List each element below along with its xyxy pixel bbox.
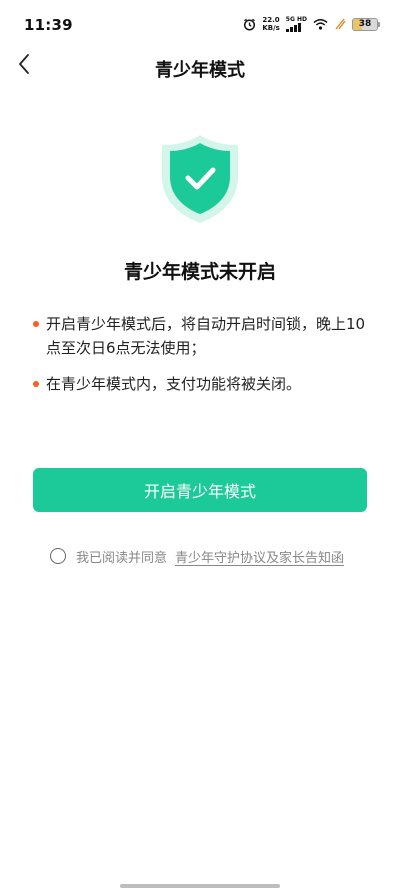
- list-item: 开启青少年模式后，将自动开启时间锁，晚上10点至次日6点无法使用；: [32, 312, 372, 360]
- header: 青少年模式: [0, 48, 400, 88]
- network-type: 5G HD: [285, 16, 307, 23]
- agreement-link[interactable]: 青少年守护协议及家长告知函: [175, 547, 344, 566]
- home-indicator[interactable]: [120, 884, 280, 888]
- bullet-text: 在青少年模式内，支付功能将被关闭。: [46, 375, 302, 393]
- agreement-row: 我已阅读并同意 青少年守护协议及家长告知函: [50, 546, 344, 566]
- wifi-icon: [313, 15, 328, 34]
- info-list: 开启青少年模式后，将自动开启时间锁，晚上10点至次日6点无法使用； 在青少年模式…: [32, 312, 372, 408]
- status-bar: 11:39 22.0 KB/s 5G HD 38: [0, 0, 400, 48]
- bullet-text: 开启青少年模式后，将自动开启时间锁，晚上10点至次日6点无法使用；: [46, 315, 366, 357]
- bullet-dot-icon: [33, 381, 39, 387]
- status-heading: 青少年模式未开启: [123, 261, 276, 283]
- status-time: 11:39: [24, 16, 73, 34]
- bullet-dot-icon: [33, 321, 39, 327]
- network-speed-unit: KB/s: [262, 24, 280, 32]
- enable-teen-mode-button[interactable]: 开启青少年模式: [33, 468, 367, 512]
- battery-icon: 38: [352, 17, 380, 31]
- signal-icon: 5G HD: [285, 16, 307, 32]
- shield-check-icon: [158, 133, 242, 225]
- status-icons: 22.0 KB/s 5G HD 38: [243, 14, 380, 34]
- alarm-icon: [243, 18, 256, 31]
- charging-icon: [334, 15, 346, 34]
- battery-level: 38: [352, 17, 378, 31]
- network-speed: 22.0 KB/s: [262, 16, 279, 32]
- list-item: 在青少年模式内，支付功能将被关闭。: [32, 372, 372, 396]
- agreement-prefix: 我已阅读并同意: [76, 550, 168, 566]
- page-title: 青少年模式: [155, 60, 245, 81]
- agree-checkbox[interactable]: [50, 548, 66, 564]
- network-speed-value: 22.0: [262, 16, 280, 24]
